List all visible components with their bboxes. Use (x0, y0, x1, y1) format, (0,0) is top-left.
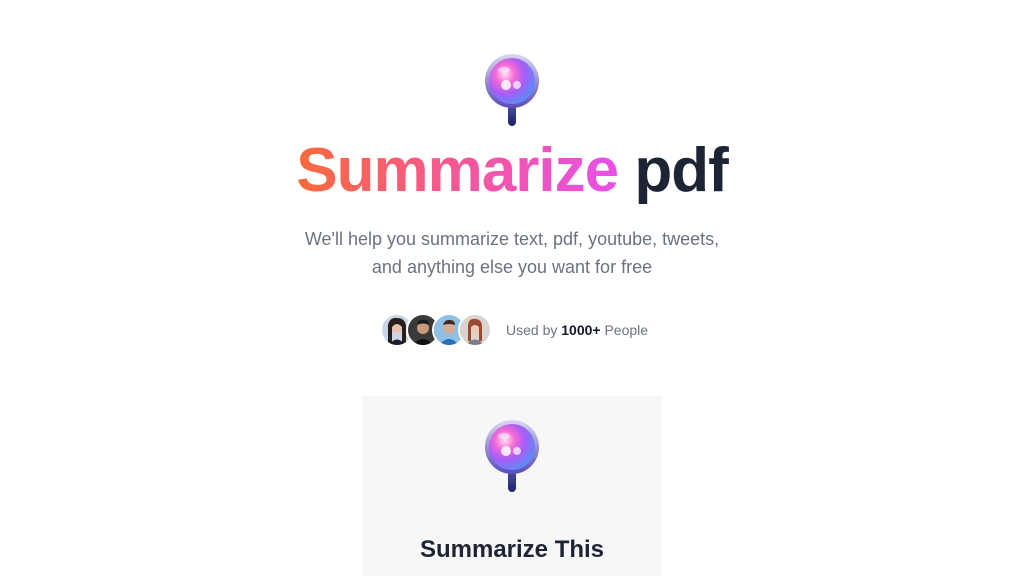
used-by-suffix: People (604, 322, 649, 338)
page: Summarize pdf We'll help you summarize t… (0, 0, 1024, 576)
used-by-text: Used by 1000+ People (506, 322, 648, 338)
magnifier-orb-icon (485, 54, 539, 126)
avatar (458, 313, 492, 347)
user-count: 1000+ (561, 322, 601, 338)
title-highlight: Summarize (296, 136, 619, 205)
subtitle: We'll help you summarize text, pdf, yout… (262, 225, 762, 281)
used-by-prefix: Used by (506, 322, 558, 338)
subtitle-line-2: and anything else you want for free (371, 257, 653, 277)
subtitle-line-1: We'll help you summarize text, pdf, yout… (304, 229, 720, 249)
magnifier-orb-icon (485, 420, 539, 492)
social-proof: Used by 1000+ People (380, 312, 648, 348)
summarize-card: Summarize This (362, 396, 662, 576)
page-title: Summarize pdf (0, 136, 1024, 206)
avatar-group (380, 313, 492, 347)
title-rest: pdf (634, 136, 728, 205)
card-title: Summarize This (419, 536, 605, 563)
